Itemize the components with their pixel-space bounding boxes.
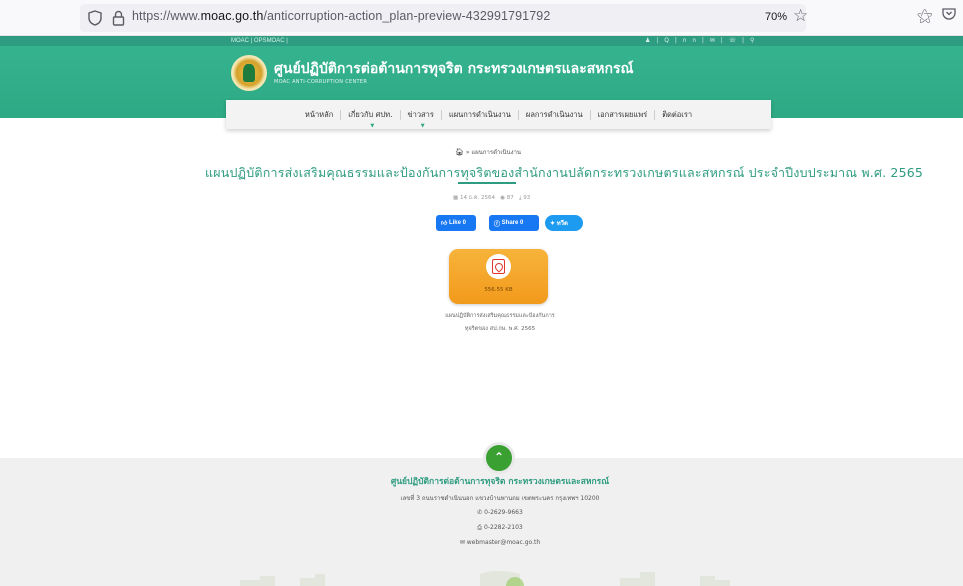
- pocket-icon[interactable]: [942, 7, 956, 21]
- page-title: แผนปฏิบัติการส่งเสริมคุณธรรมและป้องกันกา…: [205, 165, 924, 180]
- facebook-like-button[interactable]: 👍︎ Like 0: [436, 215, 476, 231]
- footer-address: เลขที่ 3 ถนนราชดำเนินนอก แขวงบ้านพานถม เ…: [400, 495, 600, 502]
- nav-item-home[interactable]: หน้าหลัก: [298, 109, 342, 120]
- nav-item-results[interactable]: ผลการดำเนินงาน: [519, 109, 591, 120]
- calendar-icon: ▦: [453, 195, 459, 201]
- lock-icon[interactable]: [112, 10, 125, 26]
- top-utility-icons[interactable]: ♟ | Q | ก ก | ✉ | ☏ | ⚲: [645, 36, 756, 46]
- double-chevron-up-icon: ⌃: [493, 450, 505, 464]
- breadcrumb-current[interactable]: แผนการดำเนินงาน: [471, 149, 521, 156]
- site-logo[interactable]: [231, 55, 267, 91]
- download-icon: ⤓: [519, 195, 522, 201]
- zoom-level[interactable]: 70%: [765, 11, 787, 23]
- footer-fax: ⎙ 0-2282-2103: [477, 524, 523, 531]
- top-utility-bar: MOAC | OPSMOAC | ♟ | Q | ก ก | ✉ | ☏ | ⚲: [0, 36, 963, 46]
- thumbs-up-icon: 👍︎: [441, 221, 449, 227]
- browser-toolbar: https://www.moac.go.th/anticorruption-ac…: [0, 0, 963, 36]
- footer-email[interactable]: ✉ webmaster@moac.go.th: [0, 539, 963, 546]
- publish-date: 14 ธ.ค. 2564: [459, 195, 495, 201]
- download-count: 93: [523, 195, 531, 201]
- tracking-shield-icon[interactable]: [88, 10, 102, 26]
- file-caption[interactable]: แผนปฏิบัติการส่งเสริมคุณธรรมและป้องกันกา…: [430, 310, 570, 336]
- site-subtitle: MOAC ANTI-CORRUPTION CENTER: [274, 79, 368, 85]
- nav-item-news[interactable]: ข่าวสาร ▼: [401, 109, 442, 129]
- nav-item-contact[interactable]: ติดต่อเรา: [655, 110, 699, 120]
- scroll-to-top-button[interactable]: ⌃: [483, 442, 515, 474]
- site-title[interactable]: ศูนย์ปฏิบัติการต่อต้านการทุจริต กระทรวงเ…: [274, 58, 634, 80]
- facebook-icon: ⓕ: [494, 221, 502, 228]
- top-links[interactable]: MOAC | OPSMOAC |: [231, 36, 288, 46]
- bookmark-star-icon[interactable]: ☆: [793, 6, 808, 26]
- file-size: 556.55 KB: [484, 287, 513, 293]
- nav-item-about[interactable]: เกี่ยวกับ ศปท. ▼: [341, 109, 401, 129]
- fax-icon: ⎙: [477, 524, 485, 531]
- url-text[interactable]: https://www.moac.go.th/anticorruption-ac…: [132, 9, 550, 23]
- nav-item-plan[interactable]: แผนการดำเนินงาน: [442, 109, 519, 120]
- footer-skyline-graphic: [240, 571, 730, 586]
- nav-item-documents[interactable]: เอกสารเผยแพร่: [591, 109, 656, 120]
- home-icon[interactable]: 🏠︎: [455, 148, 464, 156]
- breadcrumb: 🏠︎ » แผนการดำเนินงาน: [455, 147, 521, 157]
- view-count: 87: [506, 195, 514, 201]
- footer-title: ศูนย์ปฏิบัติการต่อต้านการทุจริต กระทรวงเ…: [390, 477, 610, 487]
- twitter-tweet-button[interactable]: ✦ ทวีต: [545, 215, 583, 231]
- twitter-bird-icon: ✦: [550, 220, 557, 227]
- mail-icon: ✉: [459, 539, 467, 546]
- chevron-down-icon: ▼: [370, 122, 375, 129]
- extensions-icon[interactable]: ⚝: [917, 6, 933, 26]
- title-underline: [458, 182, 516, 184]
- pdf-file-icon: [492, 259, 505, 274]
- facebook-share-button[interactable]: ⓕ Share 0: [489, 215, 539, 231]
- chevron-down-icon: ▼: [420, 122, 425, 129]
- article-meta: ▦ 14 ธ.ค. 2564 ◉ 87 ⤓ 93: [453, 194, 530, 202]
- breadcrumb-separator: »: [465, 149, 470, 156]
- eye-icon: ◉: [500, 195, 506, 201]
- main-nav: หน้าหลัก เกี่ยวกับ ศปท. ▼ ข่าวสาร ▼ แผนการ…: [226, 100, 771, 129]
- footer-phone: ✆ 0-2629-9663: [477, 509, 523, 516]
- pdf-download-button[interactable]: 556.55 KB: [449, 249, 548, 304]
